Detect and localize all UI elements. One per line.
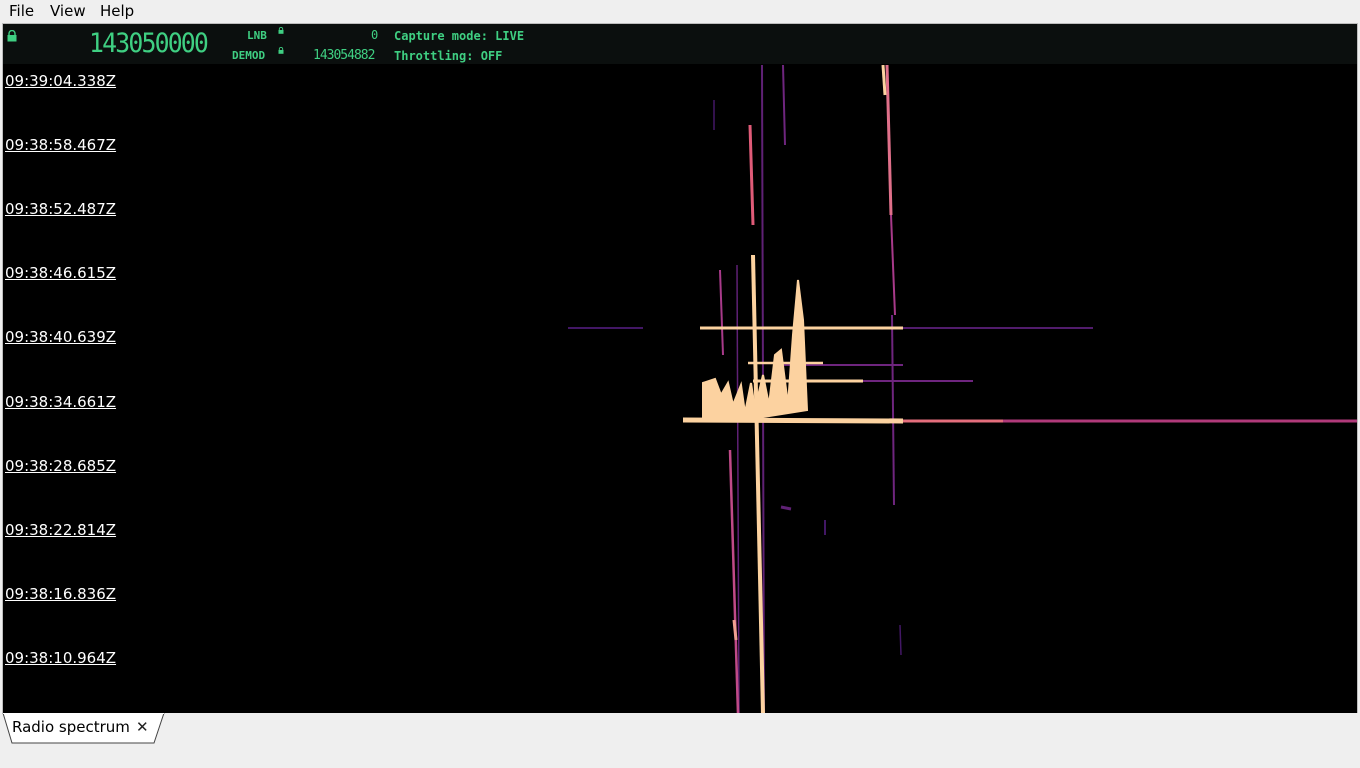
- capture-mode-status: Capture mode: LIVE: [394, 29, 525, 43]
- timestamp-0[interactable]: 09:39:04.338Z: [5, 72, 116, 90]
- menu-file-label: File: [9, 2, 35, 20]
- lnb-value[interactable]: 0: [371, 28, 378, 42]
- throttling-status: Throttling: OFF: [394, 49, 503, 63]
- timestamp-4[interactable]: 09:38:40.639Z: [5, 328, 116, 346]
- tab-radio-spectrum[interactable]: Radio spectrum ✕: [2, 713, 168, 744]
- menu-bar: File View Help: [0, 0, 1360, 22]
- spectrum-window: 143050000 LNB 0 DEMOD 143054882 Capture …: [2, 23, 1358, 715]
- main-frequency-display[interactable]: 143050000: [89, 28, 209, 59]
- timestamp-column: 09:39:04.338Z 09:38:58.467Z 09:38:52.487…: [3, 65, 133, 714]
- timestamp-3[interactable]: 09:38:46.615Z: [5, 264, 116, 282]
- timestamp-1[interactable]: 09:38:58.467Z: [5, 136, 116, 154]
- timestamp-9[interactable]: 09:38:10.964Z: [5, 649, 116, 667]
- waterfall-display[interactable]: 09:39:04.338Z 09:38:58.467Z 09:38:52.487…: [3, 65, 1357, 714]
- lnb-label: LNB: [247, 29, 267, 42]
- timestamp-8[interactable]: 09:38:16.836Z: [5, 585, 116, 603]
- timestamp-2[interactable]: 09:38:52.487Z: [5, 200, 116, 218]
- demod-lock-icon[interactable]: [278, 47, 284, 54]
- demod-label: DEMOD: [232, 49, 266, 62]
- menu-view[interactable]: View: [50, 1, 86, 21]
- timestamp-6[interactable]: 09:38:28.685Z: [5, 457, 116, 475]
- close-icon[interactable]: ✕: [136, 718, 149, 736]
- waterfall-plot[interactable]: [3, 65, 1357, 714]
- menu-file[interactable]: File: [9, 1, 34, 21]
- menu-help-label: Help: [100, 2, 135, 20]
- demod-frequency[interactable]: 143054882: [313, 48, 375, 63]
- lnb-lock-icon[interactable]: [278, 27, 284, 34]
- waterfall-background: [3, 65, 1357, 714]
- menu-view-label: View: [50, 2, 86, 20]
- tab-bar: Radio spectrum ✕: [0, 713, 1360, 768]
- menu-help[interactable]: Help: [100, 1, 134, 21]
- timestamp-7[interactable]: 09:38:22.814Z: [5, 521, 116, 539]
- tab-label: Radio spectrum: [12, 718, 130, 736]
- timestamp-5[interactable]: 09:38:34.661Z: [5, 393, 116, 411]
- frequency-panel: 143050000 LNB 0 DEMOD 143054882 Capture …: [3, 24, 1357, 64]
- lock-icon: [7, 30, 17, 42]
